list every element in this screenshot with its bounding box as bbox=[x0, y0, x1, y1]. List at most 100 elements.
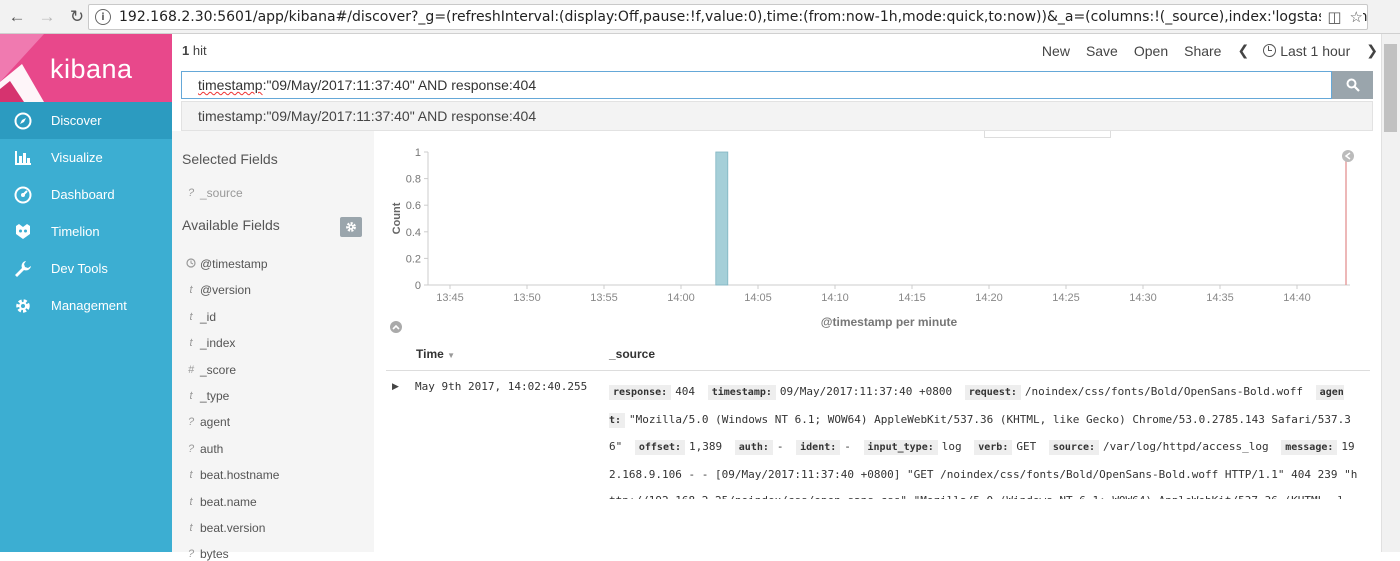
query-rest: :"09/May/2017:11:37:40" AND response:404 bbox=[262, 77, 537, 93]
row-timestamp: May 9th 2017, 14:02:40.255 bbox=[415, 380, 588, 393]
back-icon[interactable]: ← bbox=[4, 4, 30, 30]
source-field-key: offset: bbox=[634, 440, 686, 455]
field-name: _index bbox=[200, 336, 236, 351]
info-icon[interactable]: i bbox=[95, 9, 111, 25]
field-type-string-icon: t bbox=[189, 469, 193, 482]
field-item[interactable]: ? _source bbox=[184, 186, 243, 200]
field-name: _type bbox=[200, 389, 230, 403]
field-item[interactable]: t _index bbox=[184, 336, 235, 350]
open-button[interactable]: Open bbox=[1134, 43, 1168, 59]
field-name: auth bbox=[200, 441, 224, 456]
row-source: response: 404 timestamp: 09/May/2017:11:37… bbox=[609, 379, 1361, 499]
histogram-chart: 0 0.2 0.4 0.6 0.8 1 13:45 13:50 13:55 14:00 14:05 1… bbox=[391, 147, 1354, 329]
gear-icon bbox=[12, 297, 34, 315]
x-tick-label: 14:30 bbox=[1129, 292, 1157, 304]
field-type-string-icon: t bbox=[189, 495, 193, 508]
nav-label: Discover bbox=[51, 113, 102, 128]
scrollbar-thumb[interactable] bbox=[1384, 44, 1397, 132]
search-icon bbox=[1346, 78, 1360, 92]
search-button[interactable] bbox=[1332, 71, 1373, 99]
field-item[interactable]: ? agent bbox=[184, 415, 230, 429]
field-type-string-icon: t bbox=[189, 310, 193, 323]
field-name: _source bbox=[200, 186, 243, 200]
x-tick-label: 13:50 bbox=[513, 292, 541, 304]
y-tick-label: 0.6 bbox=[406, 200, 421, 212]
query-suggestion[interactable]: timestamp:"09/May/2017:11:37:40" AND res… bbox=[181, 101, 1373, 131]
source-field-value: 1,389 bbox=[689, 440, 723, 453]
column-header-source[interactable]: _source bbox=[609, 347, 655, 361]
forward-icon[interactable]: → bbox=[34, 4, 60, 30]
source-field-value: 09/May/2017:11:37:40 +0800 bbox=[779, 385, 953, 398]
field-name: beat.name bbox=[200, 494, 257, 509]
x-axis-label: @timestamp per minute bbox=[821, 315, 958, 329]
field-item[interactable]: t _type bbox=[184, 389, 229, 403]
new-button[interactable]: New bbox=[1042, 43, 1070, 59]
time-picker-button[interactable]: Last 1 hour bbox=[1263, 43, 1350, 59]
kibana-logo[interactable]: kibana bbox=[0, 34, 172, 102]
histogram-bar[interactable] bbox=[715, 151, 729, 286]
source-field-key: response: bbox=[609, 385, 672, 400]
nav-dev-tools[interactable]: Dev Tools bbox=[0, 250, 172, 287]
timelion-icon bbox=[12, 223, 34, 241]
search-input[interactable]: timestamp:"09/May/2017:11:37:40" AND res… bbox=[181, 71, 1332, 99]
field-type-string-icon: t bbox=[189, 337, 193, 350]
reload-icon[interactable]: ↻ bbox=[64, 4, 90, 30]
nav-label: Dashboard bbox=[51, 187, 115, 202]
field-type-string-icon: t bbox=[189, 284, 193, 297]
save-button[interactable]: Save bbox=[1086, 43, 1118, 59]
x-tick-label: 14:40 bbox=[1283, 292, 1311, 304]
field-item[interactable]: ? auth bbox=[184, 442, 223, 456]
bookmark-star-icon[interactable]: ☆ bbox=[1350, 8, 1363, 26]
chevron-left-icon[interactable]: ❮ bbox=[1237, 42, 1249, 59]
field-type-unknown-icon: ? bbox=[187, 442, 195, 455]
field-item[interactable]: t beat.name bbox=[184, 494, 257, 509]
y-tick-label: 0.8 bbox=[406, 174, 421, 186]
field-name: @timestamp bbox=[200, 257, 268, 271]
translate-icon[interactable]: ◫ bbox=[1327, 8, 1341, 26]
source-field-key: message: bbox=[1281, 440, 1338, 455]
field-item[interactable]: @timestamp bbox=[184, 257, 268, 271]
nav-discover[interactable]: Discover bbox=[0, 102, 172, 139]
field-item[interactable]: t beat.version bbox=[184, 521, 265, 535]
nav-label: Management bbox=[51, 298, 127, 313]
address-bar[interactable]: i 192.168.2.30:5601/app/kibana#/discover… bbox=[88, 4, 1368, 30]
x-tick-label: 14:10 bbox=[821, 292, 849, 304]
bar-chart-icon bbox=[12, 149, 34, 167]
selected-fields-heading: Selected Fields bbox=[182, 151, 278, 167]
field-item[interactable]: t @version bbox=[184, 283, 251, 298]
nav-label: Visualize bbox=[51, 150, 103, 165]
field-name: @version bbox=[200, 283, 251, 298]
source-field-key: verb: bbox=[974, 440, 1013, 455]
column-title: Time bbox=[416, 347, 444, 361]
source-field-value: - bbox=[776, 440, 784, 453]
field-name: agent bbox=[200, 415, 231, 430]
collapse-chart-button[interactable] bbox=[390, 321, 402, 333]
query-prefix: timestamp bbox=[198, 77, 263, 93]
nav-management[interactable]: Management bbox=[0, 287, 172, 324]
nav-timelion[interactable]: Timelion bbox=[0, 213, 172, 250]
chart-collapse-icon[interactable] bbox=[1342, 150, 1354, 162]
share-button[interactable]: Share bbox=[1184, 43, 1221, 59]
y-axis-label: Count bbox=[391, 202, 403, 234]
field-name: beat.version bbox=[200, 521, 266, 535]
source-field-key: timestamp: bbox=[707, 385, 776, 400]
hit-label: hit bbox=[192, 43, 207, 58]
field-item[interactable]: t _id bbox=[184, 310, 216, 324]
nav-label: Timelion bbox=[51, 224, 100, 239]
source-field-key: request: bbox=[964, 385, 1021, 400]
field-name: bytes bbox=[200, 547, 229, 561]
field-item[interactable]: # _score bbox=[184, 363, 236, 377]
chevron-right-icon[interactable]: ❯ bbox=[1366, 42, 1378, 59]
field-name: beat.hostname bbox=[200, 468, 280, 483]
nav-dashboard[interactable]: Dashboard bbox=[0, 176, 172, 213]
column-header-time[interactable]: Time ▼ bbox=[416, 347, 455, 361]
field-list-panel: Selected Fields ? _source Available Fiel… bbox=[172, 131, 374, 561]
field-item[interactable]: ? bytes bbox=[184, 547, 229, 561]
field-settings-button[interactable] bbox=[340, 217, 362, 237]
field-type-unknown-icon: ? bbox=[187, 416, 195, 429]
field-item[interactable]: t beat.hostname bbox=[184, 468, 279, 482]
nav-visualize[interactable]: Visualize bbox=[0, 139, 172, 176]
expand-row-icon[interactable]: ▶ bbox=[392, 381, 399, 392]
source-field-value: /noindex/css/fonts/Bold/OpenSans-Bold.wo… bbox=[1024, 385, 1304, 398]
x-tick-label: 14:05 bbox=[744, 292, 772, 304]
